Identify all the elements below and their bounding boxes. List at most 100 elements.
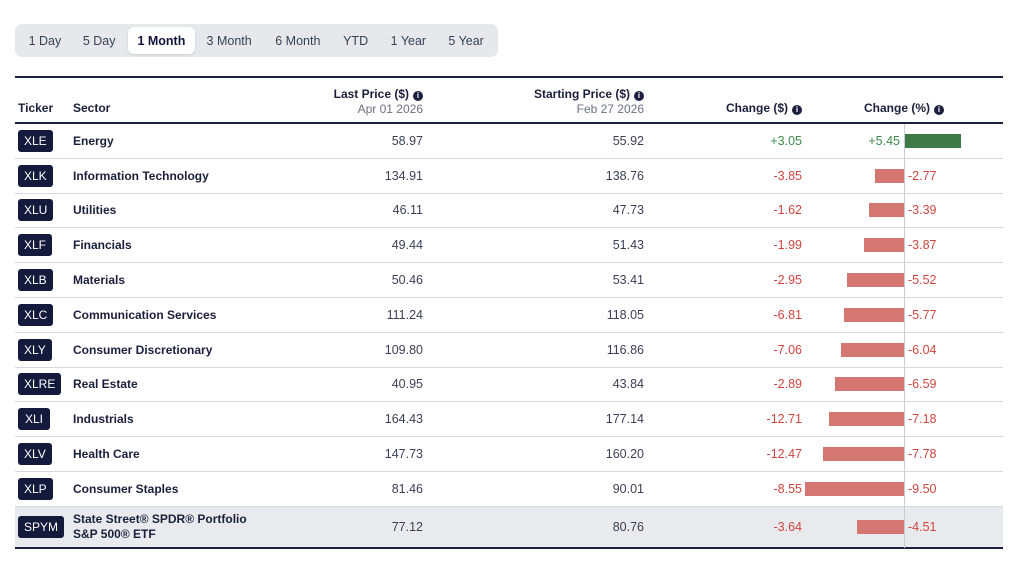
last-price: 147.73 [384,447,423,462]
ticker-badge[interactable]: XLE [18,129,53,152]
ticker-badge[interactable]: XLV [18,443,52,466]
tab-5-year[interactable]: 5 Year [438,27,494,54]
starting-price: 55.92 [612,133,644,148]
header-change-usd-label: Change ($) [725,101,788,115]
sector-name: Consumer Staples [73,481,179,496]
change-usd: -2.95 [773,273,803,288]
header-change-pct[interactable]: Change (%) i [864,101,944,115]
table-header: Ticker Sector Last Price ($) i Apr 01 202… [15,78,1003,124]
change-usd: -8.55 [773,481,803,496]
table-row[interactable]: XLF Financials 49.44 51.43 -1.99 -3.87 [15,228,1003,264]
benchmark-row[interactable]: SPYM State Street® SPDR® Portfolio S&P 5… [15,506,1003,549]
tab-1-day[interactable]: 1 Day [19,27,71,54]
sector-name: Information Technology [73,168,209,183]
change-pct-bar [875,168,904,183]
sector-name: Real Estate [73,377,138,392]
last-price: 49.44 [391,238,423,253]
table-row[interactable]: XLU Utilities 46.11 47.73 -1.62 -3.39 [15,194,1003,229]
ticker-badge[interactable]: XLU [18,199,54,222]
table-row[interactable]: XLP Consumer Staples 81.46 90.01 -8.55 -9.50 [15,472,1003,507]
last-price: 134.91 [384,168,423,183]
change-pct-label: -3.39 [908,203,937,218]
starting-price: 177.14 [605,412,644,427]
change-usd: -3.64 [773,519,803,534]
sector-name: State Street® SPDR® Portfolio S&P 500® E… [73,511,247,541]
sector-name: Financials [73,238,132,253]
change-pct-bar [857,519,904,534]
change-pct-label: -6.04 [908,342,937,357]
info-icon[interactable]: i [792,105,802,115]
change-usd: -1.62 [773,203,803,218]
info-icon[interactable]: i [413,91,423,101]
sector-name: Utilities [73,203,117,218]
tab-ytd[interactable]: YTD [333,27,379,54]
starting-price: 138.76 [605,168,644,183]
change-pct-label: -5.77 [908,307,937,322]
change-usd: -12.71 [766,412,802,427]
last-price: 164.43 [384,412,423,427]
ticker-badge[interactable]: XLB [18,269,53,292]
table-row[interactable]: XLB Materials 50.46 53.41 -2.95 -5.52 [15,263,1003,298]
change-usd: -6.81 [773,307,803,322]
tab-1-month[interactable]: 1 Month [127,27,196,54]
table-row[interactable]: XLY Consumer Discretionary 109.80 116.86 -7.… [15,333,1003,368]
last-price: 109.80 [384,342,423,357]
last-price: 111.24 [386,307,423,322]
header-last-price[interactable]: Last Price ($) i [334,87,423,101]
change-usd: -2.89 [773,377,803,392]
header-last-price-label: Last Price ($) [333,87,409,101]
table-body: XLE Energy 58.97 55.92 +3.05 +5.45 XLK Informat… [15,124,1003,507]
starting-price: 47.73 [612,203,644,218]
change-pct-bar [823,447,904,462]
header-starting-price-date: Feb 27 2026 [576,102,644,116]
starting-price: 160.20 [605,447,644,462]
change-usd: -3.85 [773,168,803,183]
ticker-badge[interactable]: XLK [18,164,53,187]
ticker-badge[interactable]: XLRE [18,373,62,396]
header-change-pct-label: Change (%) [864,101,930,115]
info-icon[interactable]: i [934,105,944,115]
ticker-badge[interactable]: XLC [18,303,54,326]
sector-name: Communication Services [73,307,217,322]
tab-3-month[interactable]: 3 Month [195,27,263,54]
change-pct-bar [868,203,904,218]
ticker-badge[interactable]: XLF [18,234,53,257]
header-ticker: Ticker [18,101,54,115]
starting-price: 53.41 [612,273,644,288]
header-sector: Sector [73,101,111,115]
table-row[interactable]: XLRE Real Estate 40.95 43.84 -2.89 -6.59 [15,368,1003,403]
ticker-badge[interactable]: SPYM [18,515,65,538]
table-row[interactable]: XLI Industrials 164.43 177.14 -12.71 -7.18 [15,402,1003,438]
change-pct-bar [835,377,904,392]
change-pct-bar [863,238,904,253]
info-icon[interactable]: i [634,91,644,101]
change-pct-bar [841,342,904,357]
zero-baseline [904,124,905,548]
starting-price: 43.84 [612,377,644,392]
last-price: 81.46 [391,481,423,496]
tab-1-year[interactable]: 1 Year [379,27,439,54]
header-starting-price[interactable]: Starting Price ($) i [534,87,644,101]
change-pct-label: -4.51 [908,519,937,534]
table-row[interactable]: XLC Communication Services 111.24 118.05 -6.… [15,298,1003,333]
sector-name: Industrials [73,412,134,427]
ticker-badge[interactable]: XLI [18,408,50,431]
ticker-badge[interactable]: XLY [18,338,52,361]
starting-price: 118.05 [606,307,644,322]
change-pct-label: -6.59 [908,377,937,392]
table-row[interactable]: XLE Energy 58.97 55.92 +3.05 +5.45 [15,124,1003,159]
table-row[interactable]: XLV Health Care 147.73 160.20 -12.47 -7.78 [15,437,1003,472]
table-row[interactable]: XLK Information Technology 134.91 138.76 -3.… [15,159,1003,194]
period-tabs: 1 Day 5 Day 1 Month 3 Month 6 Month YTD … [15,24,498,57]
change-pct-label: +5.45 [868,133,900,148]
change-usd: -7.06 [773,342,803,357]
change-pct-bar [829,412,904,427]
tab-5-day[interactable]: 5 Day [71,27,128,54]
ticker-badge[interactable]: XLP [18,477,53,500]
header-last-price-date: Apr 01 2026 [357,102,423,116]
header-change-usd[interactable]: Change ($) i [726,101,802,115]
tab-6-month[interactable]: 6 Month [263,27,333,54]
change-pct-bar [843,307,904,322]
change-usd: -1.99 [773,238,803,253]
change-usd: -12.47 [766,447,802,462]
